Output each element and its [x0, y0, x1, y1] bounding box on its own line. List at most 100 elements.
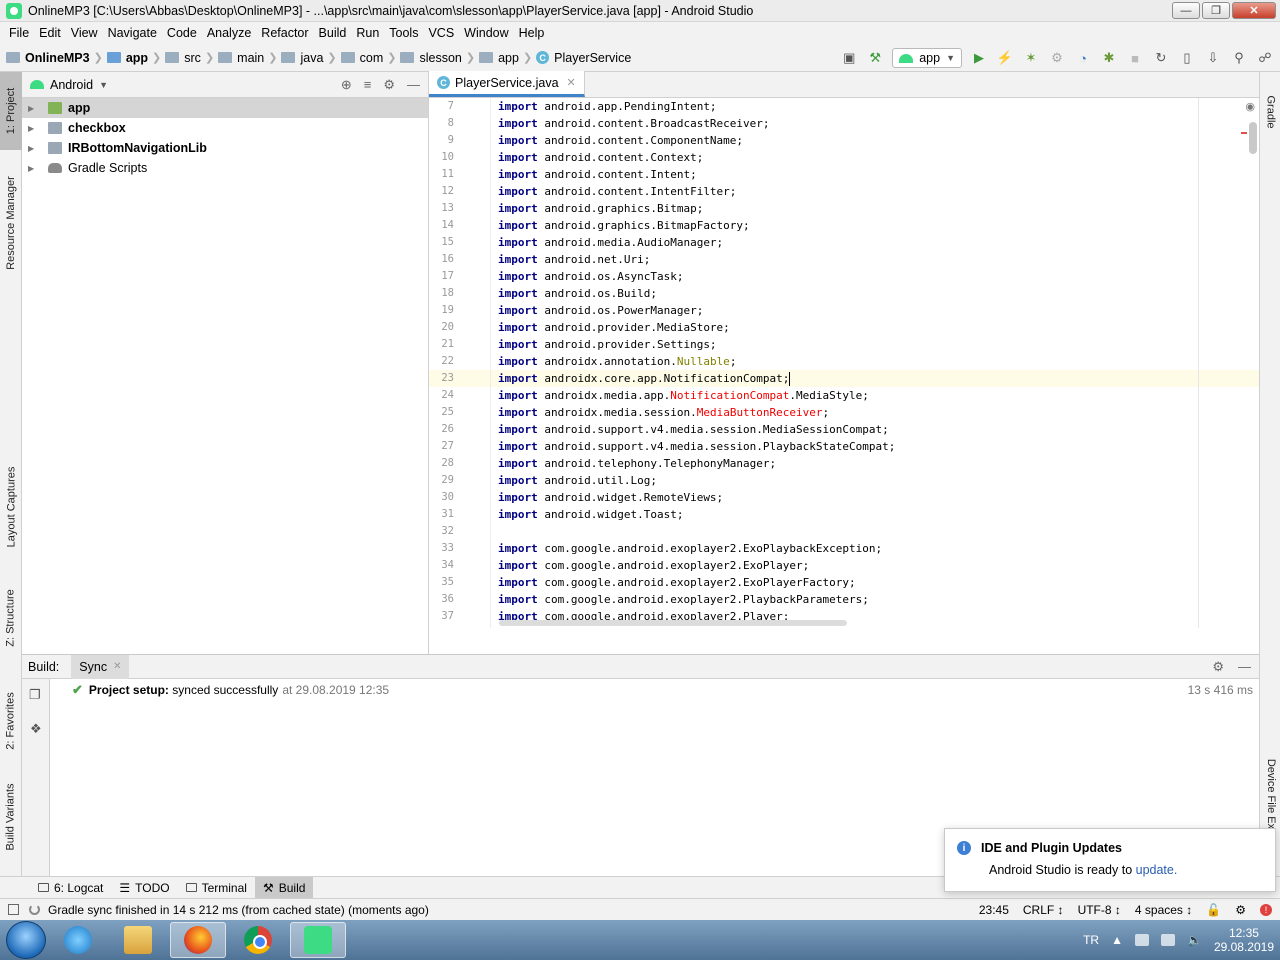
locate-icon[interactable]: ⊕	[341, 77, 352, 93]
close-tab-icon[interactable]: ✕	[113, 661, 121, 672]
menu-code[interactable]: Code	[162, 26, 202, 40]
tab-logcat[interactable]: 6: Logcat	[30, 877, 111, 899]
line-separator[interactable]: CRLF ↕	[1023, 903, 1064, 917]
breadcrumb-item[interactable]: C PlayerService	[536, 51, 635, 65]
vertical-scrollbar[interactable]	[1249, 122, 1257, 154]
code-line[interactable]: import android.os.AsyncTask;	[491, 268, 1259, 285]
taskbar-ie[interactable]	[50, 922, 106, 958]
code-line[interactable]: import com.google.android.exoplayer2.Exo…	[491, 574, 1259, 591]
language-indicator[interactable]: TR	[1083, 933, 1099, 947]
code-line[interactable]: import android.app.PendingIntent;	[491, 98, 1259, 115]
editor-tab-playerservice[interactable]: C PlayerService.java ✕	[429, 71, 585, 97]
code-line[interactable]: import androidx.core.app.NotificationCom…	[491, 370, 1259, 387]
code-line[interactable]: import android.provider.MediaStore;	[491, 319, 1259, 336]
run-icon[interactable]: ▶	[970, 49, 988, 67]
breadcrumb-item[interactable]: OnlineMP3 ❯	[6, 51, 107, 65]
expand-arrow-icon[interactable]: ▶	[28, 104, 40, 113]
build-result-row[interactable]: ✔ Project setup: synced successfully at …	[72, 681, 1259, 699]
code-line[interactable]: import android.os.Build;	[491, 285, 1259, 302]
tree-item[interactable]: ▶ checkbox	[22, 118, 428, 138]
code-area[interactable]: import android.app.PendingIntent; import …	[491, 98, 1259, 628]
menu-tools[interactable]: Tools	[384, 26, 423, 40]
stop-icon[interactable]: ■	[1126, 49, 1144, 67]
code-line[interactable]: import android.content.Context;	[491, 149, 1259, 166]
code-line[interactable]: import android.media.AudioManager;	[491, 234, 1259, 251]
project-view-select[interactable]: Android ▼	[30, 78, 108, 92]
gear-icon[interactable]: ⚙	[383, 77, 395, 93]
menu-build[interactable]: Build	[314, 26, 352, 40]
apply-changes-icon[interactable]: ⚡	[996, 49, 1014, 67]
update-link[interactable]: update.	[1136, 863, 1178, 877]
profile-icon[interactable]: ◔	[1074, 49, 1092, 67]
taskbar-android-studio[interactable]	[290, 922, 346, 958]
menu-file[interactable]: File	[4, 26, 34, 40]
code-line[interactable]: import android.graphics.Bitmap;	[491, 200, 1259, 217]
gear-icon[interactable]: ⚙	[1212, 659, 1224, 675]
menu-view[interactable]: View	[66, 26, 103, 40]
debug-icon[interactable]: ✶	[1022, 49, 1040, 67]
code-line[interactable]: import android.content.Intent;	[491, 166, 1259, 183]
taskbar-chrome[interactable]	[230, 922, 286, 958]
breadcrumb-item[interactable]: app ❯	[106, 51, 165, 65]
volume-icon[interactable]: 🔈	[1187, 933, 1202, 947]
pin-icon[interactable]: ❖	[30, 721, 42, 737]
code-line[interactable]: import com.google.android.exoplayer2.Exo…	[491, 540, 1259, 557]
menu-refactor[interactable]: Refactor	[256, 26, 313, 40]
avd-manager-icon[interactable]: ▯	[1178, 49, 1196, 67]
inspector-icon[interactable]: ⚙	[1235, 903, 1246, 917]
code-line[interactable]: import com.google.android.exoplayer2.Exo…	[491, 557, 1259, 574]
caret-position[interactable]: 23:45	[979, 903, 1009, 917]
clock[interactable]: 12:35 29.08.2019	[1214, 926, 1274, 954]
attach-debugger-icon[interactable]: ⚙	[1048, 49, 1066, 67]
tab-terminal[interactable]: Terminal	[178, 877, 255, 899]
menu-window[interactable]: Window	[459, 26, 513, 40]
code-line[interactable]: import android.util.Log;	[491, 472, 1259, 489]
event-error-icon[interactable]: !	[1260, 903, 1272, 916]
tab-gradle[interactable]: Gradle	[1260, 82, 1280, 142]
code-line[interactable]: import android.telephony.TelephonyManage…	[491, 455, 1259, 472]
code-line[interactable]: import androidx.annotation.Nullable;	[491, 353, 1259, 370]
breadcrumb-item[interactable]: com ❯	[340, 51, 401, 65]
breadcrumb-item[interactable]: slesson ❯	[400, 51, 479, 65]
show-hidden-icons-icon[interactable]: ▲	[1111, 933, 1123, 947]
minimize-button[interactable]: —	[1172, 2, 1200, 19]
toggle-view-icon[interactable]: ❐	[29, 687, 41, 703]
error-stripe-mark[interactable]	[1241, 132, 1247, 134]
code-line[interactable]: import android.graphics.BitmapFactory;	[491, 217, 1259, 234]
menu-run[interactable]: Run	[351, 26, 384, 40]
tab-todo[interactable]: ☰ TODO	[111, 877, 177, 899]
maximize-button[interactable]: ❐	[1202, 2, 1230, 19]
code-line[interactable]	[491, 523, 1259, 540]
menu-edit[interactable]: Edit	[34, 26, 66, 40]
code-line[interactable]: import android.provider.Settings;	[491, 336, 1259, 353]
debug-app-icon[interactable]: ✱	[1100, 49, 1118, 67]
collapse-all-icon[interactable]: ≡	[364, 77, 372, 93]
tab-project[interactable]: 1: Project	[0, 72, 22, 150]
close-tab-icon[interactable]: ✕	[567, 76, 576, 89]
expand-arrow-icon[interactable]: ▶	[28, 164, 40, 173]
code-line[interactable]: import android.content.ComponentName;	[491, 132, 1259, 149]
code-line[interactable]: import android.net.Uri;	[491, 251, 1259, 268]
tab-structure[interactable]: Z: Structure	[0, 578, 22, 658]
run-configuration-select[interactable]: app ▼	[892, 48, 962, 68]
tab-device-file-explorer[interactable]: Device File Ex	[1260, 752, 1280, 836]
search-icon[interactable]: ⚲	[1230, 49, 1248, 67]
sync-gradle-icon[interactable]: ↻	[1152, 49, 1170, 67]
code-line[interactable]: import android.os.PowerManager;	[491, 302, 1259, 319]
tab-build[interactable]: ⚒ Build	[254, 876, 314, 899]
horizontal-scrollbar[interactable]	[499, 620, 847, 626]
menu-vcs[interactable]: VCS	[423, 26, 459, 40]
code-line[interactable]: import com.google.android.exoplayer2.Pla…	[491, 591, 1259, 608]
indent-setting[interactable]: 4 spaces ↕	[1135, 903, 1192, 917]
breadcrumb-item[interactable]: app ❯	[479, 51, 536, 65]
tab-layout-captures[interactable]: Layout Captures	[0, 452, 22, 562]
menu-help[interactable]: Help	[514, 26, 550, 40]
menu-navigate[interactable]: Navigate	[103, 26, 162, 40]
hide-icon[interactable]: —	[1238, 659, 1251, 675]
start-button[interactable]	[6, 921, 46, 959]
tab-favorites[interactable]: 2: Favorites	[0, 676, 22, 766]
close-button[interactable]: ✕	[1232, 2, 1276, 19]
tab-resource-manager[interactable]: Resource Manager	[0, 164, 22, 282]
make-project-icon[interactable]: ⚒	[866, 49, 884, 67]
breadcrumb-item[interactable]: java ❯	[281, 51, 340, 65]
